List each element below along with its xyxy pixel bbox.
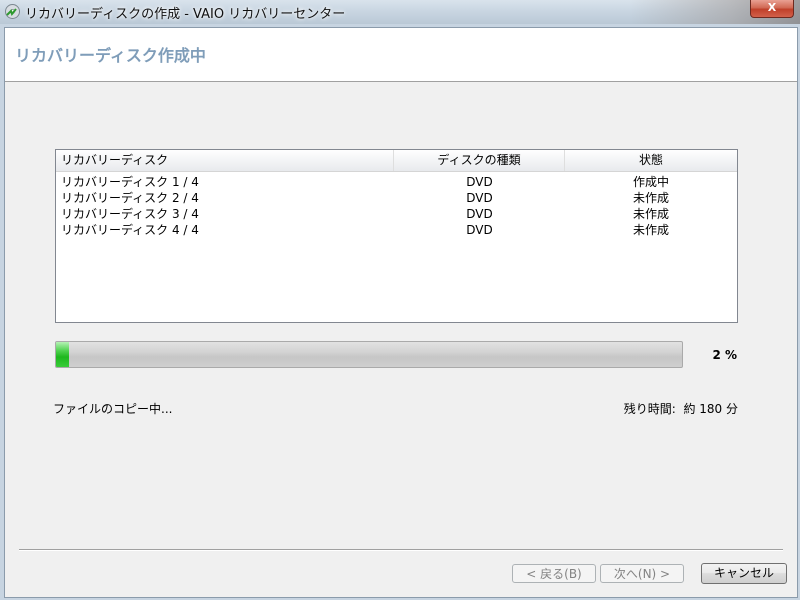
disc-name: リカバリーディスク 4 / 4 [61, 223, 199, 237]
list-header: リカバリーディスク ディスクの種類 状態 [56, 150, 737, 172]
disc-type: DVD [466, 207, 493, 221]
page-title: リカバリーディスク作成中 [15, 46, 206, 65]
status-message: ファイルのコピー中... [53, 402, 173, 416]
list-row[interactable]: リカバリーディスク 4 / 4 DVD 未作成 [56, 222, 737, 238]
dialog-client-area: リカバリーディスク作成中 リカバリーディスク ディスクの種類 状態 リカバリーデ… [4, 27, 798, 598]
remaining-time-label: 残り時間: [623, 402, 676, 416]
list-row[interactable]: リカバリーディスク 3 / 4 DVD 未作成 [56, 206, 737, 222]
disc-status: 未作成 [632, 191, 669, 205]
title-bar: リカバリーディスクの作成 - VAIO リカバリーセンター X [0, 0, 800, 24]
disc-status: 未作成 [632, 207, 669, 221]
window-title: リカバリーディスクの作成 - VAIO リカバリーセンター [25, 7, 346, 22]
remaining-time: 残り時間: 約 180 分 [624, 400, 738, 417]
list-row[interactable]: リカバリーディスク 2 / 4 DVD 未作成 [56, 190, 737, 206]
column-header-disc-type[interactable]: ディスクの種類 [394, 150, 565, 171]
recovery-disc-icon [5, 4, 20, 19]
column-header-status[interactable]: 状態 [565, 150, 737, 171]
disc-type: DVD [466, 175, 493, 189]
footer-separator [19, 549, 783, 551]
next-button[interactable]: 次へ(N) > [600, 564, 684, 583]
disc-type: DVD [466, 223, 493, 237]
back-button[interactable]: < 戻る(B) [512, 564, 596, 583]
progress-fill [56, 342, 69, 367]
disc-name: リカバリーディスク 3 / 4 [61, 207, 199, 221]
disc-name: リカバリーディスク 2 / 4 [61, 191, 199, 205]
close-button[interactable]: X [750, 0, 794, 18]
column-header-disc[interactable]: リカバリーディスク [56, 150, 394, 171]
disc-name: リカバリーディスク 1 / 4 [61, 175, 199, 189]
recovery-disc-list[interactable]: リカバリーディスク ディスクの種類 状態 リカバリーディスク 1 / 4 DVD… [55, 149, 738, 323]
remaining-time-value: 約 180 分 [683, 402, 738, 416]
dialog-header: リカバリーディスク作成中 [5, 28, 797, 82]
disc-status: 作成中 [632, 175, 669, 189]
disc-type: DVD [466, 191, 493, 205]
list-row[interactable]: リカバリーディスク 1 / 4 DVD 作成中 [56, 174, 737, 190]
progress-bar [55, 341, 683, 368]
cancel-button[interactable]: キャンセル [701, 563, 787, 584]
progress-percent: 2 % [712, 348, 737, 362]
disc-status: 未作成 [632, 223, 669, 237]
